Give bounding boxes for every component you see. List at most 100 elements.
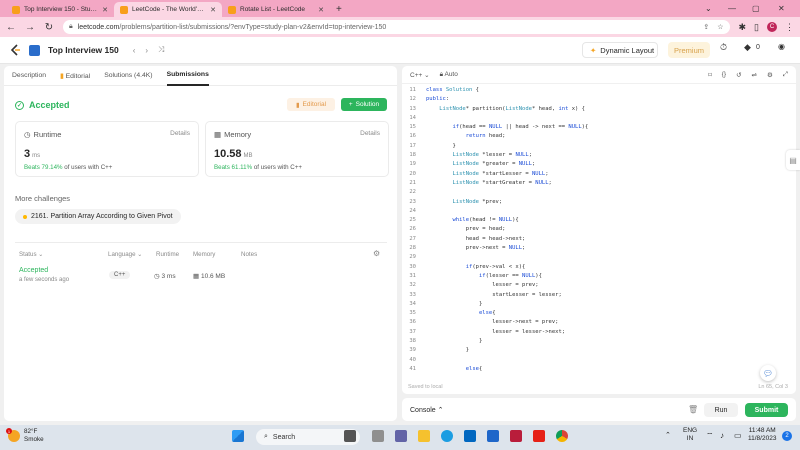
next-problem-icon[interactable]: › — [145, 46, 148, 55]
runtime-card[interactable]: ◷ Runtime Details 3 ms Beats 79.14% of use… — [15, 121, 199, 177]
menu-icon[interactable]: ⋮ — [785, 22, 794, 33]
memory-card[interactable]: ▦ Memory Details 10.58 MB Beats 61.11% of … — [205, 121, 389, 177]
code-line[interactable]: 22 — [402, 188, 796, 197]
windows-start-icon[interactable] — [232, 430, 244, 442]
fullscreen-icon[interactable]: ⤢ — [783, 71, 788, 79]
fold-icon[interactable]: ⇌ — [752, 71, 757, 79]
share-icon[interactable]: ⇪ — [703, 23, 709, 31]
submit-button[interactable]: Submit — [745, 403, 788, 417]
browser-tab-leetcode[interactable]: LeetCode - The World's Leading ✕ — [114, 2, 222, 17]
bookmark-icon[interactable]: ⌑ — [708, 71, 711, 79]
browser-tab-rotate-list[interactable]: Rotate List - LeetCode ✕ — [222, 2, 330, 17]
close-icon[interactable]: ✕ — [318, 6, 324, 14]
leetcode-logo-icon[interactable] — [10, 43, 21, 57]
fire-icon[interactable]: ◆ — [744, 42, 751, 53]
braces-icon[interactable]: {} — [722, 71, 726, 78]
profile-avatar[interactable]: C — [767, 22, 777, 32]
back-arrow-icon[interactable]: ← — [6, 22, 16, 33]
microsoft-store-icon[interactable] — [464, 430, 476, 442]
code-line[interactable]: 28 prev->next = NULL; — [402, 244, 796, 253]
minimize-button[interactable]: — — [728, 0, 736, 17]
solution-button[interactable]: + Solution — [341, 98, 387, 111]
user-avatar[interactable]: ◉ — [778, 42, 785, 51]
code-line[interactable]: 35 else{ — [402, 309, 796, 318]
tab-submissions[interactable]: Submissions — [166, 66, 209, 86]
tab-search-chevron-icon[interactable]: ⌄ — [705, 0, 712, 17]
run-button[interactable]: Run — [704, 403, 738, 417]
bookmark-star-icon[interactable]: ☆ — [717, 23, 723, 31]
code-line[interactable]: 19 ListNode *greater = NULL; — [402, 160, 796, 169]
tab-solutions[interactable]: Solutions (4.4K) — [104, 72, 152, 79]
code-line[interactable]: 12 public: — [402, 95, 796, 104]
wifi-icon[interactable]: ⌔ — [706, 432, 714, 440]
notification-center-icon[interactable]: 2 — [782, 431, 792, 441]
sidebar-icon[interactable]: ▯ — [754, 22, 759, 33]
code-line[interactable]: 18 ListNode *lesser = NULL; — [402, 151, 796, 160]
challenge-chip[interactable]: 2161. Partition Array According to Given… — [15, 209, 181, 224]
settings-gear-icon[interactable]: ⚙ — [767, 71, 773, 79]
feedback-chat-icon[interactable]: 💬︎ — [760, 365, 776, 381]
code-line[interactable]: 40 — [402, 356, 796, 365]
clock-date[interactable]: 11:48 AM 11/8/2023 — [748, 427, 776, 443]
tab-description[interactable]: Description — [12, 72, 46, 79]
code-line[interactable]: 29 — [402, 253, 796, 262]
forward-arrow-icon[interactable]: → — [25, 22, 35, 33]
code-line[interactable]: 25 while(head != NULL){ — [402, 216, 796, 225]
file-explorer-icon[interactable] — [418, 430, 430, 442]
memory-details-link[interactable]: Details — [360, 130, 380, 137]
reload-icon[interactable]: ↻ — [44, 22, 54, 33]
edge-browser-icon[interactable] — [441, 430, 453, 442]
chrome-icon[interactable] — [556, 430, 568, 442]
code-line[interactable]: 13 ListNode* partition(ListNode* head, i… — [402, 105, 796, 114]
youtube-icon[interactable] — [533, 430, 545, 442]
task-view-icon[interactable] — [344, 430, 356, 442]
shuffle-icon[interactable]: ⤨ — [158, 45, 164, 55]
tab-editorial[interactable]: ▮ Editorial — [60, 72, 90, 80]
code-area[interactable]: 11 class Solution {12 public: 13 ListNode* … — [402, 86, 796, 374]
code-line[interactable]: 11 class Solution { — [402, 86, 796, 95]
side-document-tab-icon[interactable]: ▤ — [786, 150, 800, 170]
tray-chevron-icon[interactable]: ⌃ — [665, 432, 671, 440]
settings-gear-icon[interactable]: ⚙ — [373, 249, 380, 258]
widgets-icon[interactable] — [372, 430, 384, 442]
code-line[interactable]: 34 } — [402, 300, 796, 309]
language-indicator[interactable]: ENG IN — [683, 427, 697, 443]
console-toggle[interactable]: Console ⌃ — [410, 406, 444, 414]
code-line[interactable]: 33 startLesser = lesser; — [402, 291, 796, 300]
volume-icon[interactable]: ♪ — [720, 432, 724, 440]
battery-icon[interactable]: ▭ — [734, 432, 742, 440]
maximize-button[interactable]: ▢ — [752, 0, 760, 17]
code-line[interactable]: 39 } — [402, 346, 796, 355]
editorial-button[interactable]: ▮ Editorial — [287, 98, 335, 111]
dynamic-layout-button[interactable]: ✦ Dynamic Layout — [582, 42, 658, 58]
code-line[interactable]: 41 else{ — [402, 365, 796, 374]
language-selector[interactable]: C++ ⌄ — [410, 71, 430, 79]
extensions-icon[interactable]: ✱ — [739, 22, 747, 33]
code-line[interactable]: 17 } — [402, 142, 796, 151]
trash-icon[interactable]: 🗑︎ — [688, 405, 698, 414]
code-line[interactable]: 14 — [402, 114, 796, 123]
status-column-header[interactable]: Status ⌄ — [19, 251, 43, 258]
previous-problem-icon[interactable]: ‹ — [133, 46, 136, 55]
code-line[interactable]: 21 ListNode *startGreater = NULL; — [402, 179, 796, 188]
url-input[interactable]: 🔒︎ leetcode.com/problems/partition-list/… — [63, 20, 730, 34]
code-line[interactable]: 27 head = head->next; — [402, 235, 796, 244]
runtime-details-link[interactable]: Details — [170, 130, 190, 137]
window-close-button[interactable]: ✕ — [778, 0, 785, 17]
timer-icon[interactable]: ⏱ — [720, 42, 727, 53]
close-icon[interactable]: ✕ — [102, 6, 108, 14]
code-line[interactable]: 20 ListNode *startLesser = NULL; — [402, 170, 796, 179]
premium-button[interactable]: Premium — [668, 42, 710, 58]
photos-icon[interactable] — [487, 430, 499, 442]
reset-icon[interactable]: ↺ — [736, 71, 741, 79]
mcafee-icon[interactable] — [510, 430, 522, 442]
close-icon[interactable]: ✕ — [210, 6, 216, 14]
weather-widget[interactable]: 1 82°F Smoke — [6, 428, 44, 444]
study-plan-title[interactable]: Top Interview 150 — [48, 45, 119, 55]
code-line[interactable]: 30 if(prev->val < x){ — [402, 263, 796, 272]
code-line[interactable]: 15 if(head == NULL || head -> next == NU… — [402, 123, 796, 132]
teams-chat-icon[interactable] — [395, 430, 407, 442]
auto-mode[interactable]: 🔒︎ Auto — [440, 71, 458, 79]
code-line[interactable]: 24 — [402, 207, 796, 216]
new-tab-button[interactable]: + — [330, 2, 348, 17]
